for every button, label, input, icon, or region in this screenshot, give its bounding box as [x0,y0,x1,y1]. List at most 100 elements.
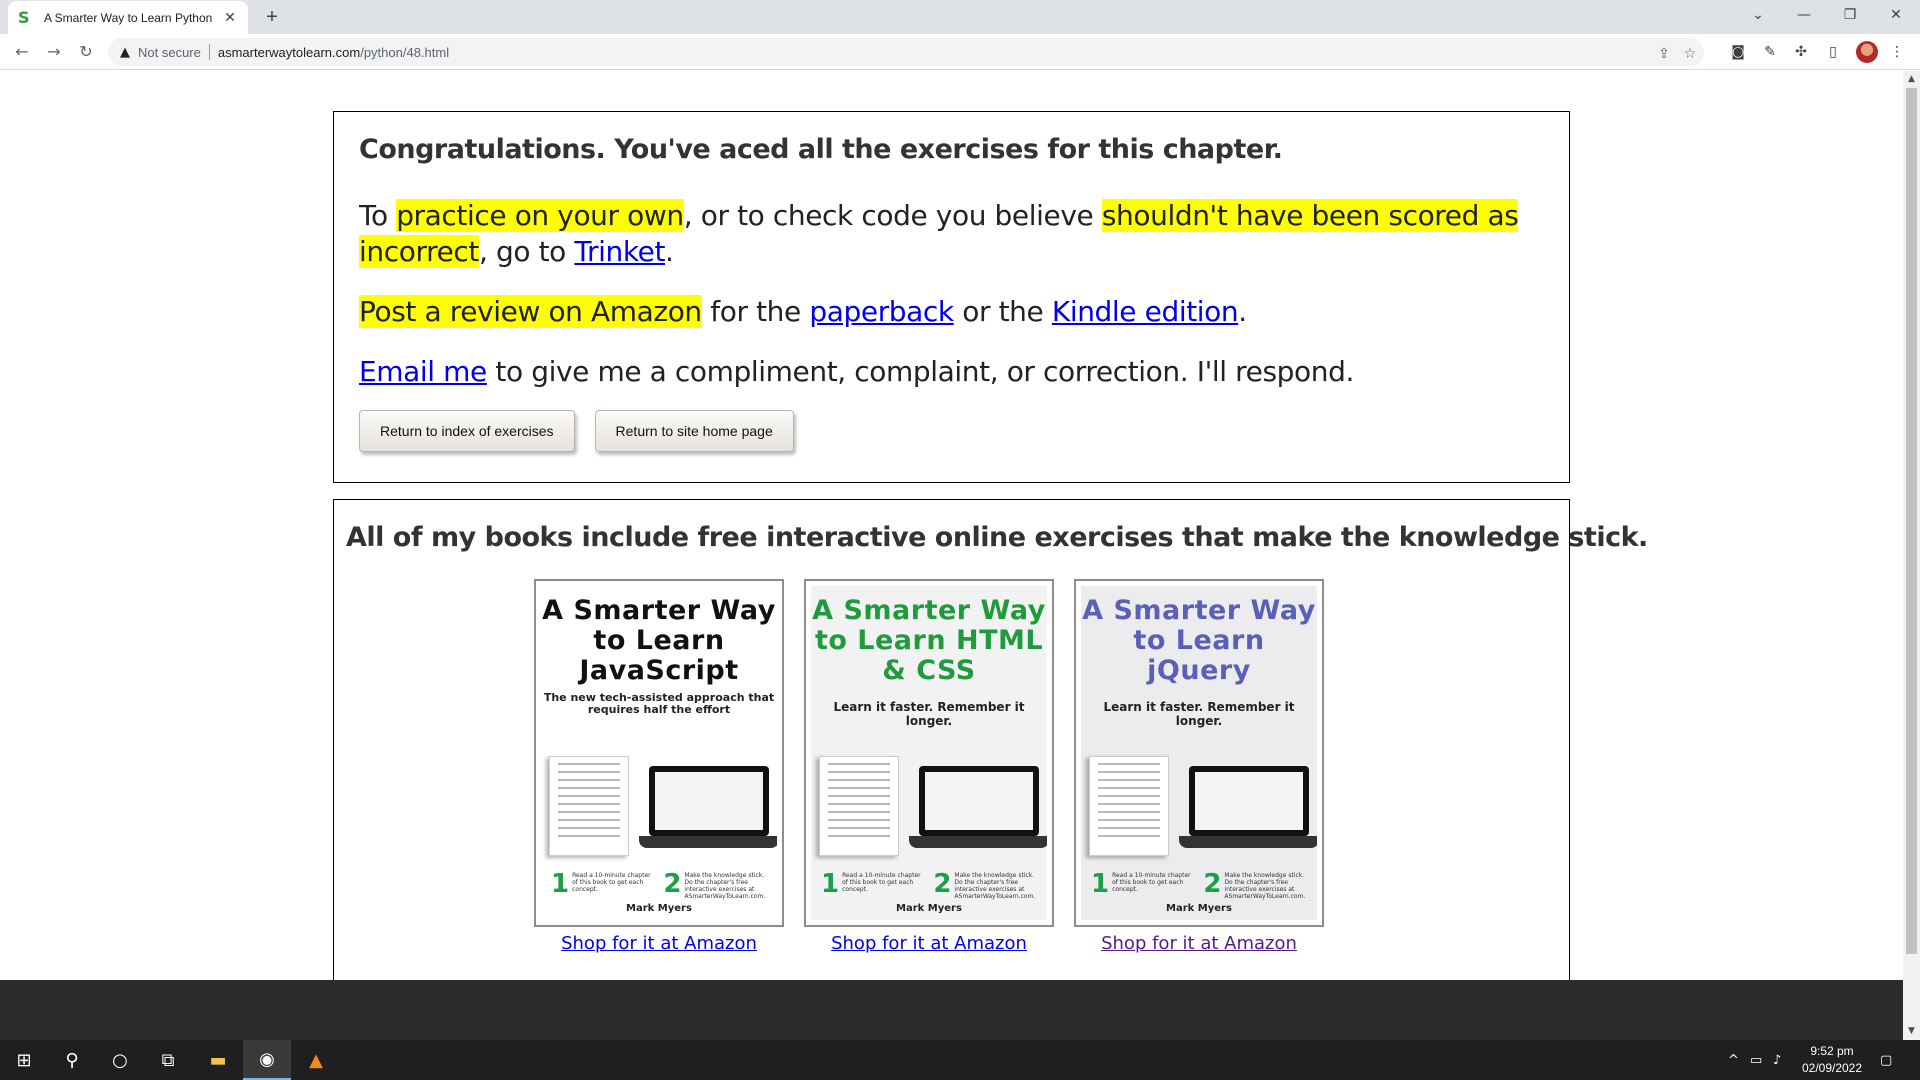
restore-button[interactable]: ❐ [1827,0,1873,30]
cover-steps: 1 Read a 10-minute chapter of this book t… [551,869,767,900]
shop-amazon-link[interactable]: Shop for it at Amazon [1074,933,1324,954]
share-icon[interactable]: ⇪ [1654,44,1674,64]
cover-tagline: Learn it faster. Remember it longer. [833,700,1025,728]
step-text: Make the knowledge stick. Do the chapter… [1224,872,1306,900]
tab-search-chevron-icon[interactable]: ⌄ [1735,0,1781,30]
puzzle-icon[interactable]: ✣ [1791,42,1811,62]
practice-paragraph: To practice on your own, or to check cod… [359,198,1544,270]
page-viewport: Congratulations. You've aced all the exe… [0,71,1903,980]
warning-icon[interactable]: ▲ [120,45,130,60]
books-heading: All of my books include free interactive… [346,522,1648,553]
scroll-down-arrow-icon[interactable]: ▼ [1903,1023,1920,1040]
cover-image[interactable]: A Smarter Way to Learn HTML & CSS Learn i… [811,586,1047,920]
shop-amazon-link[interactable]: Shop for it at Amazon [804,933,1054,954]
tab-title: A Smarter Way to Learn Python [44,10,213,25]
return-to-index-button[interactable]: Return to index of exercises [359,410,575,452]
vlc-icon[interactable]: ▲ [292,1040,340,1080]
network-icon[interactable]: ▭ [1750,1040,1762,1080]
book-cover-3[interactable]: A Smarter Way to Learn jQuery Learn it fa… [1074,579,1324,927]
shop-amazon-link[interactable]: Shop for it at Amazon [534,933,784,954]
cover-tagline: Learn it faster. Remember it longer. [1103,700,1295,728]
button-row: Return to index of exercises Return to s… [359,410,1544,452]
task-view-icon[interactable]: ⧉ [144,1040,192,1080]
tab-close-icon[interactable]: ✕ [222,9,238,26]
laptop-screen [655,772,763,830]
books-panel: All of my books include free interactive… [333,499,1648,980]
trinket-link[interactable]: Trinket [574,235,665,268]
open-book-icon [819,756,899,856]
laptop-icon [919,766,1039,836]
email-me-link[interactable]: Email me [359,355,487,388]
clock-time: 9:52 pm [1810,1044,1854,1058]
text: to give me a compliment, complaint, or c… [486,355,1354,388]
book-and-laptop-illustration [1089,756,1317,866]
url-text[interactable]: asmarterwaytolearn.com/python/48.html [218,45,449,60]
cover-author: Mark Myers [1166,903,1232,914]
extension-pen-icon[interactable]: ✎ [1760,42,1780,62]
step-text: Read a 10-minute chapter of this book to… [842,872,921,893]
review-paragraph: Post a review on Amazon for the paperbac… [359,294,1544,330]
tray-chevron-icon[interactable]: ^ [1728,1040,1739,1080]
file-explorer-icon[interactable]: ▬ [194,1040,242,1080]
scroll-up-arrow-icon[interactable]: ▲ [1903,71,1920,88]
paperback-link[interactable]: paperback [809,295,954,328]
security-label[interactable]: Not secure [138,45,201,60]
extension-icon[interactable]: ◙ [1728,42,1748,62]
site-favicon-icon: S [18,7,30,27]
menu-icon[interactable]: ⋮ [1887,42,1907,62]
tab-strip: S A Smarter Way to Learn Python ✕ + ⌄ — … [0,0,1920,34]
system-clock[interactable]: 9:52 pm 02/09/2022 [1792,1043,1872,1077]
chrome-icon[interactable]: ◉ [243,1040,291,1080]
return-to-home-button[interactable]: Return to site home page [594,410,794,452]
vertical-scrollbar[interactable]: ▲ ▼ [1903,71,1920,1040]
highlight-text: practice on your own [396,199,684,232]
cover-subtitle: The new tech-assisted approach that requ… [543,691,775,716]
step-number: 2 [1203,869,1222,899]
windows-taskbar: ⊞ ⚲ ○ ⧉ ▬ ◉ ▲ ^ ▭ ♪ 9:52 pm 02/09/2022 ▢ [0,1040,1920,1080]
star-icon[interactable]: ☆ [1680,44,1700,64]
sidebar-icon[interactable]: ▯ [1823,42,1843,62]
cover-image[interactable]: A Smarter Way to Learn JavaScript The new… [541,586,777,920]
windows-start-icon[interactable]: ⊞ [0,1040,48,1080]
cover-author: Mark Myers [896,903,962,914]
text: or the [953,295,1052,328]
reload-icon[interactable]: ↻ [74,40,98,64]
back-arrow-icon[interactable]: ← [10,40,34,64]
cortana-icon[interactable]: ○ [96,1040,144,1080]
text: . [665,235,674,268]
highlight-text: Post a review on Amazon [359,295,702,328]
clock-date: 02/09/2022 [1801,1061,1863,1075]
page-footer-band [0,980,1920,1040]
cover-steps: 1 Read a 10-minute chapter of this book t… [821,869,1037,900]
kindle-edition-link[interactable]: Kindle edition [1052,295,1239,328]
step-number: 2 [933,869,952,899]
text: , or to check code you believe [683,199,1102,232]
browser-toolbar: ← → ↻ ▲ Not secure asmarterwaytolearn.co… [0,34,1920,70]
new-tab-button[interactable]: + [260,5,284,29]
text: To [359,199,397,232]
volume-icon[interactable]: ♪ [1773,1040,1781,1080]
profile-avatar[interactable] [1856,41,1878,63]
cover-image[interactable]: A Smarter Way to Learn jQuery Learn it fa… [1081,586,1317,920]
congrats-panel: Congratulations. You've aced all the exe… [333,111,1570,483]
book-cover-1[interactable]: A Smarter Way to Learn JavaScript The new… [534,579,784,927]
search-icon[interactable]: ⚲ [48,1040,96,1080]
scroll-thumb[interactable] [1906,88,1917,954]
laptop-base [1179,836,1317,848]
laptop-icon [1189,766,1309,836]
step-1: 1 Read a 10-minute chapter of this book t… [551,871,655,900]
forward-arrow-icon[interactable]: → [42,40,66,64]
book-cover-2[interactable]: A Smarter Way to Learn HTML & CSS Learn i… [804,579,1054,927]
open-book-icon [1089,756,1169,856]
minimize-button[interactable]: — [1781,0,1827,30]
text: for the [701,295,810,328]
step-2: 2 Make the knowledge stick. Do the chapte… [663,869,767,900]
step-1: 1 Read a 10-minute chapter of this book t… [1091,871,1195,900]
address-bar[interactable]: ▲ Not secure asmarterwaytolearn.com/pyth… [108,38,1704,66]
notification-icon[interactable]: ▢ [1880,1040,1892,1080]
step-text: Read a 10-minute chapter of this book to… [572,872,651,893]
close-window-button[interactable]: ✕ [1873,0,1919,30]
step-number: 2 [663,869,682,899]
cover-title: A Smarter Way to Learn jQuery [1082,595,1316,686]
browser-tab[interactable]: S A Smarter Way to Learn Python ✕ [8,1,248,34]
